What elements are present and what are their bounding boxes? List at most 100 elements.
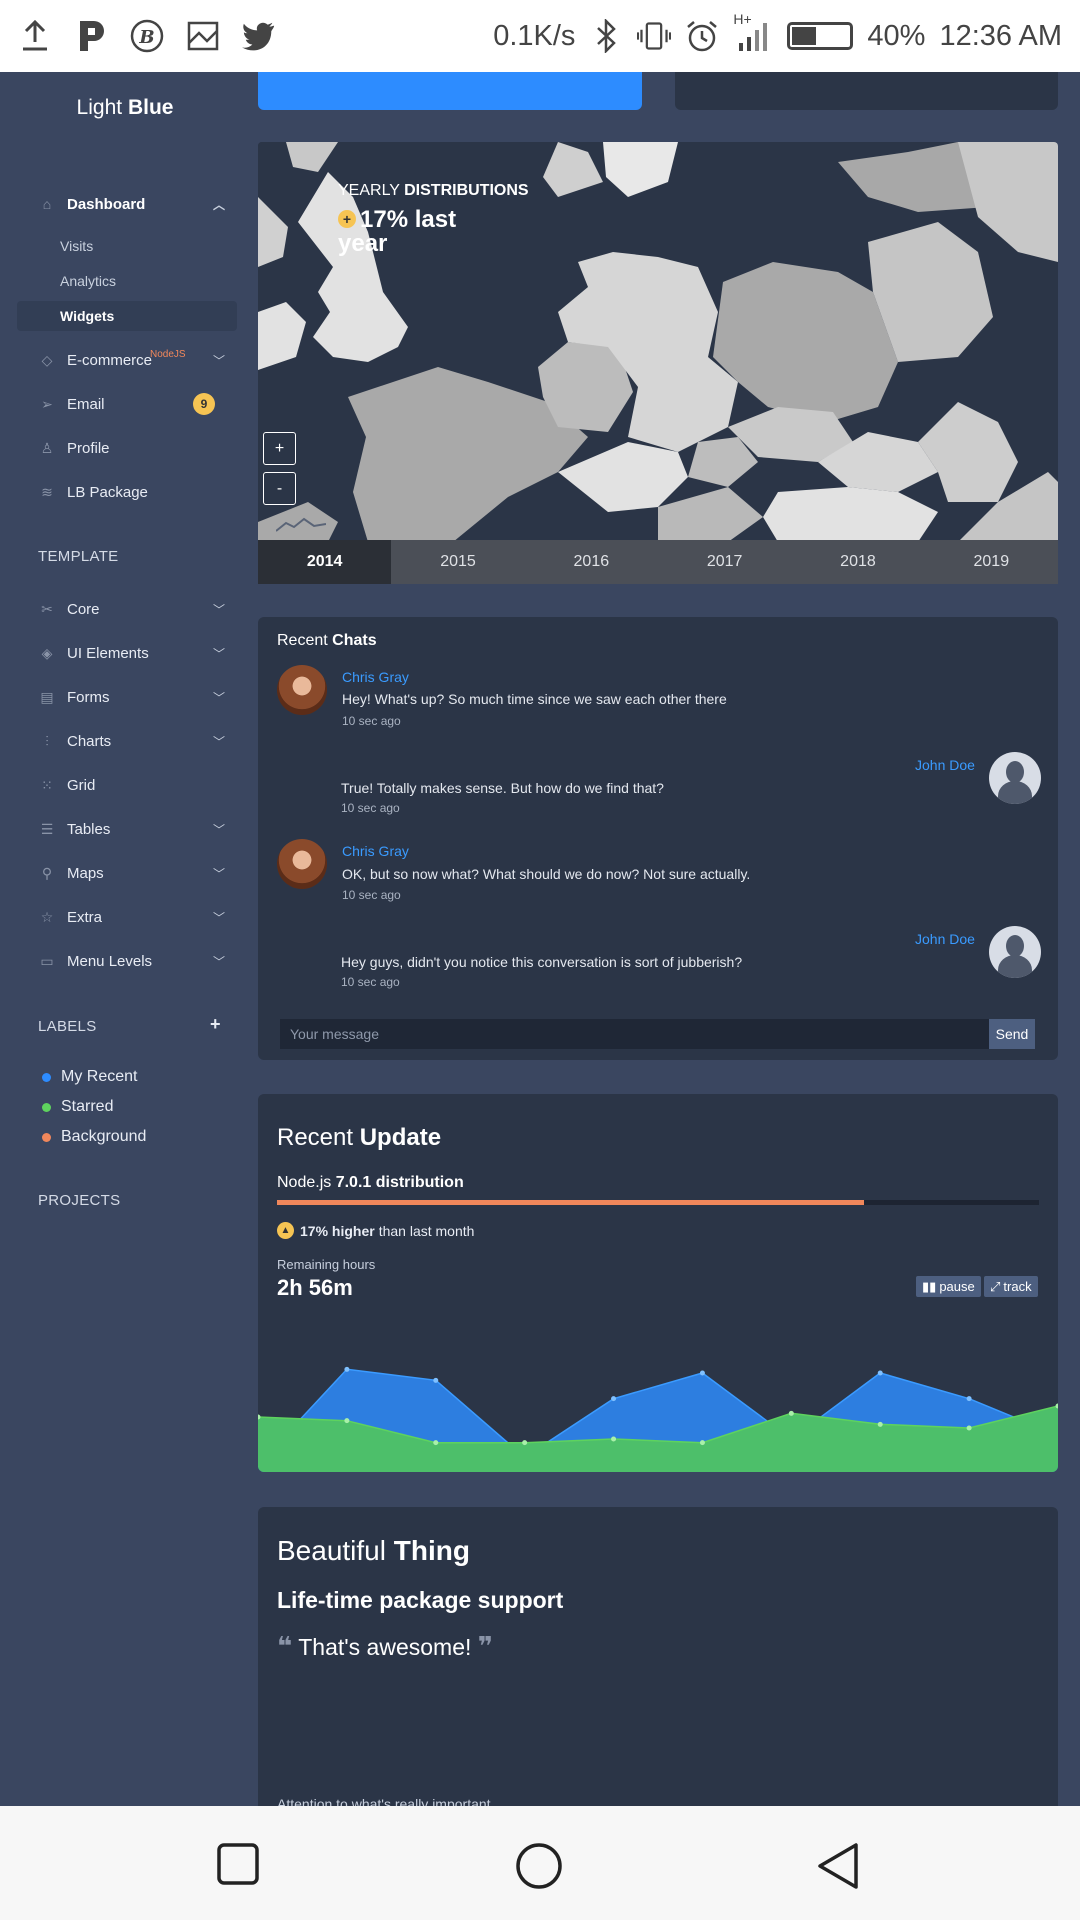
tab-2019[interactable]: 2019 xyxy=(925,540,1058,584)
back-icon[interactable] xyxy=(816,1842,862,1890)
sidebar-item-menu-levels[interactable]: ▭ Menu Levels ﹀ xyxy=(17,946,237,976)
tab-2016[interactable]: 2016 xyxy=(525,540,658,584)
blue-point[interactable] xyxy=(877,1370,883,1376)
sidebar-item-ecommerce[interactable]: ◇ E-commerce ﹀ xyxy=(17,345,237,375)
system-nav-bar xyxy=(0,1806,1080,1920)
tab-2018[interactable]: 2018 xyxy=(791,540,924,584)
sidebar-item-visits[interactable]: Visits xyxy=(60,238,93,254)
sidebar-item-profile[interactable]: ♙ Profile xyxy=(17,433,237,463)
zoom-out-button[interactable]: - xyxy=(263,472,296,505)
message-author[interactable]: John Doe xyxy=(915,931,975,947)
message-text: Hey! What's up? So much time since we sa… xyxy=(342,691,727,707)
message-input[interactable]: Your message xyxy=(280,1019,1000,1049)
tab-2015[interactable]: 2015 xyxy=(391,540,524,584)
paper-plane-icon: ➢ xyxy=(41,395,53,412)
sidebar-item-charts[interactable]: ⫶ Charts ﹀ xyxy=(17,726,237,756)
net-speed: 0.1K/s xyxy=(493,19,576,52)
send-button[interactable]: Send xyxy=(989,1019,1035,1049)
green-point[interactable] xyxy=(611,1436,617,1442)
sidebar-item-forms[interactable]: ▤ Forms ﹀ xyxy=(17,682,237,712)
pause-icon: ▮▮ xyxy=(922,1278,937,1294)
sidebar-item-lb-package[interactable]: ≋ LB Package xyxy=(17,477,237,507)
sidebar-item-core[interactable]: ✂ Core ﹀ xyxy=(17,594,237,624)
blue-point[interactable] xyxy=(611,1396,617,1402)
zoom-in-button[interactable]: + xyxy=(263,432,296,465)
green-point[interactable] xyxy=(699,1440,705,1446)
template-section-title: TEMPLATE xyxy=(38,548,119,565)
home-button-icon[interactable] xyxy=(515,1842,563,1890)
message-author[interactable]: Chris Gray xyxy=(342,843,409,859)
label-my-recent[interactable]: My Recent xyxy=(42,1068,137,1086)
pause-button[interactable]: ▮▮ pause xyxy=(916,1276,981,1297)
map-title: YEARLY DISTRIBUTIONS xyxy=(338,182,529,199)
chevron-down-icon: ﹀ xyxy=(212,822,225,837)
blue-point[interactable] xyxy=(699,1370,705,1376)
bluetooth-icon xyxy=(589,19,623,53)
chevron-down-icon: ﹀ xyxy=(212,353,225,368)
chevron-down-icon: ﹀ xyxy=(212,602,225,617)
label-starred[interactable]: Starred xyxy=(42,1098,113,1116)
sidebar-item-maps[interactable]: ⚲ Maps ﹀ xyxy=(17,858,237,888)
diamond-icon: ◇ xyxy=(41,351,53,368)
sidebar-item-widgets[interactable]: Widgets xyxy=(60,308,114,324)
sliders-icon: ⫶ xyxy=(45,732,49,749)
tab-2014[interactable]: 2014 xyxy=(258,540,392,584)
logo[interactable]: Light Blue xyxy=(0,96,250,120)
chevron-down-icon: ﹀ xyxy=(212,646,225,661)
message-text: OK, but so now what? What should we do n… xyxy=(342,866,751,882)
avatar[interactable] xyxy=(277,839,327,889)
sidebar-item-analytics[interactable]: Analytics xyxy=(60,273,116,289)
green-point[interactable] xyxy=(877,1421,883,1427)
svg-text:B: B xyxy=(138,27,154,48)
area-chart[interactable] xyxy=(258,1352,1058,1472)
email-badge: 9 xyxy=(193,393,215,415)
avatar[interactable] xyxy=(989,752,1041,804)
add-label-button[interactable]: + xyxy=(210,1014,221,1035)
quote-right-icon: ❞ xyxy=(477,1631,494,1661)
user-icon: ♙ xyxy=(40,439,54,456)
top-blue-button[interactable] xyxy=(258,72,642,110)
recent-apps-icon[interactable] xyxy=(216,1842,260,1886)
message-time: 10 sec ago xyxy=(342,888,401,902)
sidebar-item-extra[interactable]: ☆ Extra ﹀ xyxy=(17,902,237,932)
battery-percent: 40% xyxy=(867,19,926,52)
sidebar-item-tables[interactable]: ☰ Tables ﹀ xyxy=(17,814,237,844)
upload-icon xyxy=(18,19,52,53)
europe-map[interactable] xyxy=(258,142,1058,542)
avatar[interactable] xyxy=(277,665,327,715)
blue-point[interactable] xyxy=(433,1377,439,1383)
blue-point[interactable] xyxy=(966,1396,972,1402)
message-text: True! Totally makes sense. But how do we… xyxy=(341,780,664,796)
sidebar-item-dashboard[interactable]: ⌂ Dashboard ︿ xyxy=(17,189,237,219)
quote-left-icon: ❝ xyxy=(277,1631,293,1661)
green-point[interactable] xyxy=(522,1440,528,1446)
message-author[interactable]: John Doe xyxy=(915,757,975,773)
sidebar-item-ui-elements[interactable]: ◈ UI Elements ﹀ xyxy=(17,638,237,668)
avatar[interactable] xyxy=(989,926,1041,978)
labels-section-title: LABELS xyxy=(38,1018,97,1035)
thing-quote: ❝ That's awesome! ❞ xyxy=(277,1631,494,1661)
green-point[interactable] xyxy=(788,1410,794,1416)
map-widget[interactable]: YEARLY DISTRIBUTIONS +17% last year + - xyxy=(258,142,1058,584)
green-point[interactable] xyxy=(433,1440,439,1446)
folder-icon: ▭ xyxy=(40,952,54,969)
label-background[interactable]: Background xyxy=(42,1128,146,1146)
twitter-icon xyxy=(242,19,276,53)
green-point[interactable] xyxy=(966,1425,972,1431)
map-watermark-icon xyxy=(276,517,326,532)
sidebar-item-grid[interactable]: ⁙ Grid xyxy=(17,770,237,800)
beautiful-thing-panel: Beautiful Thing Life-time package suppor… xyxy=(258,1507,1058,1827)
green-point[interactable] xyxy=(344,1418,350,1424)
year-tabs: 2014 2015 2016 2017 2018 2019 xyxy=(258,540,1058,584)
tab-2017[interactable]: 2017 xyxy=(658,540,791,584)
remaining-value: 2h 56m xyxy=(277,1275,353,1300)
track-button[interactable]: ⤢ track xyxy=(984,1276,1038,1297)
projects-section-title: PROJECTS xyxy=(38,1192,121,1209)
clock: 12:36 AM xyxy=(939,19,1062,52)
message-author[interactable]: Chris Gray xyxy=(342,669,409,685)
blue-point[interactable] xyxy=(344,1366,350,1372)
layers-icon: ◈ xyxy=(41,644,53,661)
chevron-down-icon: ﹀ xyxy=(212,910,225,925)
sidebar: Light Blue ⌂ Dashboard ︿ Visits Analytic… xyxy=(0,72,250,1806)
chevron-down-icon: ﹀ xyxy=(212,734,225,749)
